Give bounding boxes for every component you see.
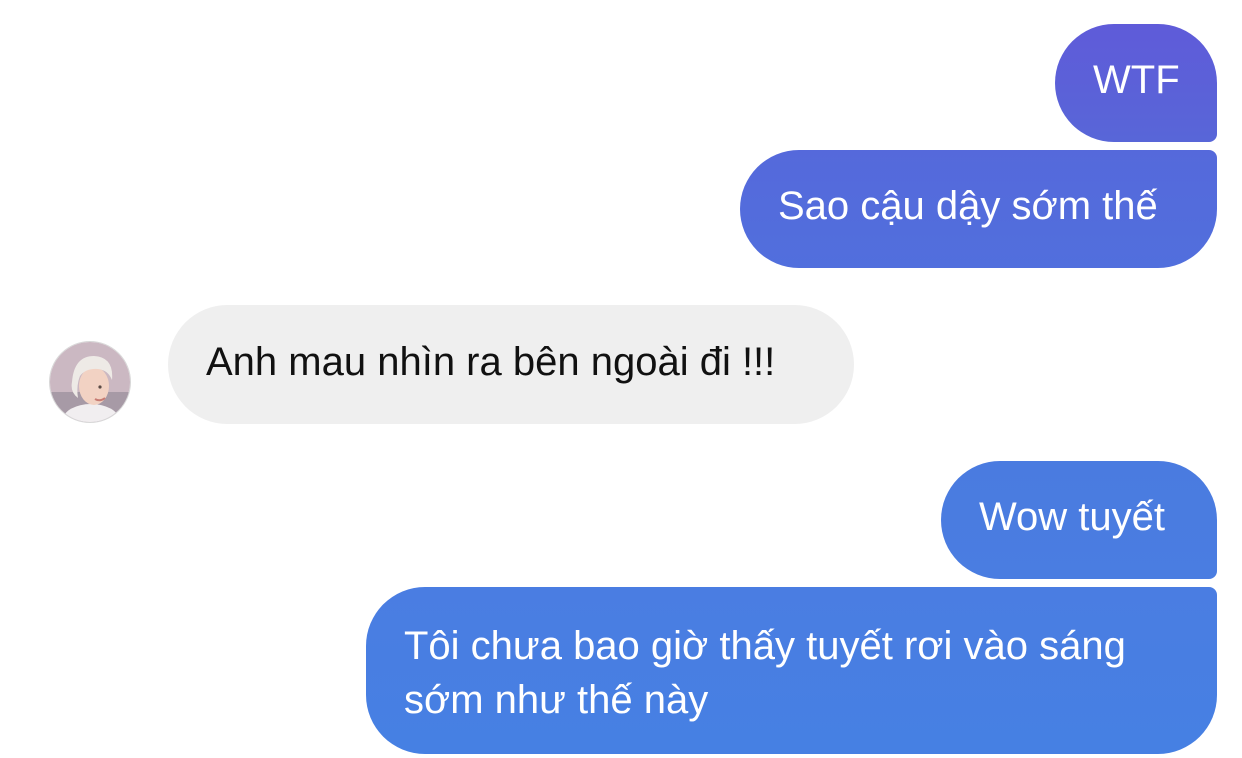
sent-message-bubble[interactable]: WTF	[1055, 24, 1217, 142]
contact-avatar[interactable]	[49, 341, 131, 423]
sent-message-bubble[interactable]: Tôi chưa bao giờ thấy tuyết rơi vào sáng…	[366, 587, 1217, 754]
received-message-bubble[interactable]: Anh mau nhìn ra bên ngoài đi !!!	[168, 305, 854, 424]
sent-message-bubble[interactable]: Sao cậu dậy sớm thế	[740, 150, 1217, 268]
sent-message-bubble[interactable]: Wow tuyết	[941, 461, 1217, 579]
avatar-photo-icon	[50, 342, 130, 422]
chat-thread: WTF Sao cậu dậy sớm thế Anh mau nhìn ra …	[0, 0, 1242, 758]
